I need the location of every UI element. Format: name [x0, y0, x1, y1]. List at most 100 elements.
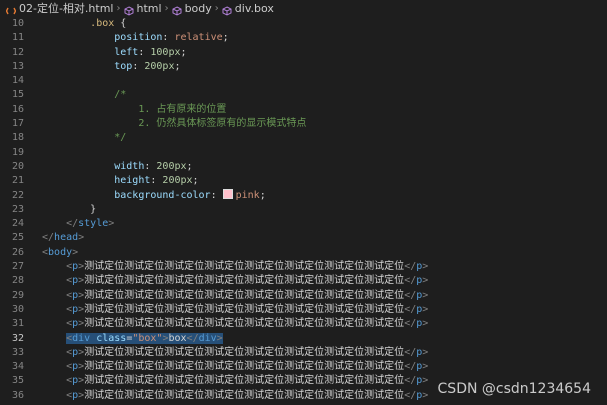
code-token: 200px — [162, 175, 193, 187]
code-token: > — [422, 289, 429, 301]
breadcrumb-file[interactable]: 02-定位-相对.html — [19, 0, 114, 17]
code-token: 200px — [156, 160, 187, 172]
code-token: 测试定位测试定位测试定位测试定位测试定位测试定位测试定位测试定位 — [84, 275, 405, 287]
code-token: > — [422, 303, 429, 315]
code-line[interactable]: 32 <div class="box">box</div> — [0, 332, 607, 346]
code-line[interactable]: 23 } — [0, 203, 607, 217]
line-number: 18 — [11, 132, 24, 144]
code-token: */ — [114, 132, 127, 144]
code-token: </ — [404, 375, 417, 387]
line-number: 22 — [11, 189, 24, 201]
code-token: body — [48, 246, 73, 258]
code-token: ; — [180, 46, 187, 58]
code-token: ; — [222, 32, 229, 44]
code-text: <p>测试定位测试定位测试定位测试定位测试定位测试定位测试定位测试定位</p> — [42, 289, 428, 303]
code-token: </ — [404, 275, 417, 287]
breadcrumb: 02-定位-相对.html › html › body › div.box — [0, 0, 607, 17]
code-line[interactable]: 24 </style> — [0, 217, 607, 231]
html-file-icon — [5, 4, 17, 14]
code-line[interactable]: 22 background-color: pink; — [0, 188, 607, 203]
code-text: top: 200px; — [42, 60, 181, 74]
code-token: </ — [404, 289, 417, 301]
line-number: 25 — [11, 232, 24, 244]
code-line[interactable]: 15 /* — [0, 88, 607, 102]
code-token: : — [144, 160, 157, 172]
code-line[interactable]: 34 <p>测试定位测试定位测试定位测试定位测试定位测试定位测试定位测试定位</… — [0, 360, 607, 374]
chevron-right-icon: › — [116, 3, 121, 14]
code-token: ; — [174, 60, 181, 72]
chevron-right-icon: › — [164, 3, 169, 14]
chevron-right-icon: › — [214, 3, 219, 14]
line-number: 15 — [11, 89, 24, 101]
code-line[interactable]: 19 — [0, 146, 607, 160]
code-line[interactable]: 20 width: 200px; — [0, 160, 607, 174]
breadcrumb-html[interactable]: html — [137, 0, 162, 17]
line-number: 23 — [11, 203, 24, 215]
code-line[interactable]: 11 position: relative; — [0, 31, 607, 45]
code-token: 测试定位测试定位测试定位测试定位测试定位测试定位测试定位测试定位 — [84, 289, 405, 301]
code-line[interactable]: 18 */ — [0, 131, 607, 145]
line-number: 27 — [11, 261, 24, 273]
code-token: </ — [404, 346, 417, 358]
color-swatch-icon[interactable] — [222, 188, 233, 199]
code-line[interactable]: 10 .box { — [0, 17, 607, 31]
code-line[interactable]: 14 — [0, 74, 607, 88]
code-line[interactable]: 26 <body> — [0, 246, 607, 260]
code-line[interactable]: 28 <p>测试定位测试定位测试定位测试定位测试定位测试定位测试定位测试定位</… — [0, 274, 607, 288]
code-line[interactable]: 29 <p>测试定位测试定位测试定位测试定位测试定位测试定位测试定位测试定位</… — [0, 289, 607, 303]
line-number: 21 — [11, 175, 24, 187]
code-token: 测试定位测试定位测试定位测试定位测试定位测试定位测试定位测试定位 — [84, 261, 405, 273]
breadcrumb-element[interactable]: div.box — [235, 0, 274, 17]
code-token: top — [114, 60, 133, 72]
code-token: box — [168, 332, 187, 344]
code-token: > — [422, 346, 429, 358]
code-token: > — [422, 261, 429, 273]
code-token: > — [216, 332, 223, 344]
code-token: { — [114, 18, 127, 29]
code-token: > — [422, 361, 429, 373]
code-line[interactable]: 12 left: 100px; — [0, 46, 607, 60]
code-text: <p>测试定位测试定位测试定位测试定位测试定位测试定位测试定位测试定位</p> — [42, 317, 428, 331]
code-line[interactable]: 25 </head> — [0, 231, 607, 245]
code-line[interactable]: 13 top: 200px; — [0, 60, 607, 74]
code-token: 100px — [150, 46, 181, 58]
code-line[interactable]: 21 height: 200px; — [0, 174, 607, 188]
line-number: 24 — [11, 218, 24, 230]
code-line[interactable]: 33 <p>测试定位测试定位测试定位测试定位测试定位测试定位测试定位测试定位</… — [0, 346, 607, 360]
line-number: 34 — [11, 361, 24, 373]
line-number: 26 — [11, 246, 24, 258]
code-token: 1. 占有原来的位置 — [138, 103, 227, 115]
code-text: </head> — [42, 231, 84, 245]
line-number: 20 — [11, 160, 24, 172]
code-line[interactable]: 17 2. 仍然具体标签原有的显示模式特点 — [0, 117, 607, 131]
code-line[interactable]: 16 1. 占有原来的位置 — [0, 103, 607, 117]
code-token: background-color — [114, 189, 211, 201]
code-token: : — [132, 60, 145, 72]
breadcrumb-body[interactable]: body — [185, 0, 212, 17]
code-token: } — [42, 203, 97, 215]
code-token: > — [78, 232, 85, 244]
code-token: position — [114, 32, 163, 44]
code-text: <p>测试定位测试定位测试定位测试定位测试定位测试定位测试定位测试定位</p> — [42, 346, 428, 360]
code-line[interactable]: 30 <p>测试定位测试定位测试定位测试定位测试定位测试定位测试定位测试定位</… — [0, 303, 607, 317]
code-line[interactable]: 27 <p>测试定位测试定位测试定位测试定位测试定位测试定位测试定位测试定位</… — [0, 260, 607, 274]
code-line[interactable]: 31 <p>测试定位测试定位测试定位测试定位测试定位测试定位测试定位测试定位</… — [0, 317, 607, 331]
code-text: } — [42, 203, 96, 217]
code-token: : — [162, 32, 175, 44]
code-token: </ — [66, 218, 79, 230]
code-token: div — [72, 332, 91, 344]
code-token: .box — [90, 18, 115, 29]
code-token: 测试定位测试定位测试定位测试定位测试定位测试定位测试定位测试定位 — [84, 318, 405, 330]
line-number: 35 — [11, 375, 24, 387]
code-text: <p>测试定位测试定位测试定位测试定位测试定位测试定位测试定位测试定位</p> — [42, 360, 428, 374]
code-editor[interactable]: 10 .box {11 position: relative; 12 left: … — [0, 17, 607, 405]
